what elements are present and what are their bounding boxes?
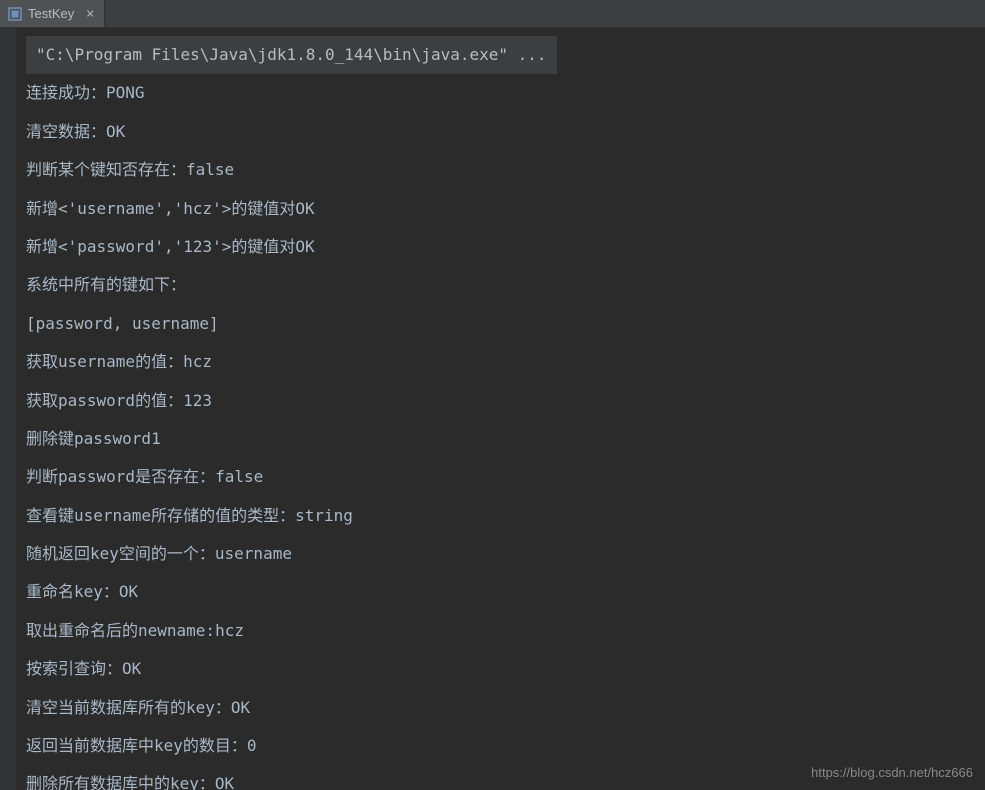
console-line: 按索引查询：OK bbox=[16, 650, 985, 688]
tab-bar: TestKey × bbox=[0, 0, 985, 28]
watermark-text: https://blog.csdn.net/hcz666 bbox=[811, 765, 973, 780]
console-line: [password, username] bbox=[16, 305, 985, 343]
console-line: 连接成功：PONG bbox=[16, 74, 985, 112]
console-line: 获取password的值：123 bbox=[16, 382, 985, 420]
console-line: 判断某个键知否存在：false bbox=[16, 151, 985, 189]
tab-testkey[interactable]: TestKey × bbox=[0, 0, 105, 27]
console-line: 取出重命名后的newname:hcz bbox=[16, 612, 985, 650]
console-line: 判断password是否存在：false bbox=[16, 458, 985, 496]
console-line: 新增<'password','123'>的键值对OK bbox=[16, 228, 985, 266]
tab-label: TestKey bbox=[28, 6, 74, 21]
console-line: 清空当前数据库所有的key：OK bbox=[16, 689, 985, 727]
console-line: 随机返回key空间的一个：username bbox=[16, 535, 985, 573]
console-line: 查看键username所存储的值的类型：string bbox=[16, 497, 985, 535]
console-line: 删除键password1 bbox=[16, 420, 985, 458]
console-line: 系统中所有的键如下： bbox=[16, 266, 985, 304]
close-icon[interactable]: × bbox=[84, 8, 96, 20]
console-command: "C:\Program Files\Java\jdk1.8.0_144\bin\… bbox=[26, 36, 557, 74]
console-output: "C:\Program Files\Java\jdk1.8.0_144\bin\… bbox=[0, 28, 985, 790]
console-line: 返回当前数据库中key的数目：0 bbox=[16, 727, 985, 765]
console-line: 重命名key：OK bbox=[16, 573, 985, 611]
console-line: 获取username的值：hcz bbox=[16, 343, 985, 381]
console-line: 清空数据：OK bbox=[16, 113, 985, 151]
console-lines-container: 连接成功：PONG清空数据：OK判断某个键知否存在：false新增<'usern… bbox=[16, 74, 985, 790]
run-icon bbox=[8, 7, 22, 21]
console-line: 新增<'username','hcz'>的键值对OK bbox=[16, 190, 985, 228]
